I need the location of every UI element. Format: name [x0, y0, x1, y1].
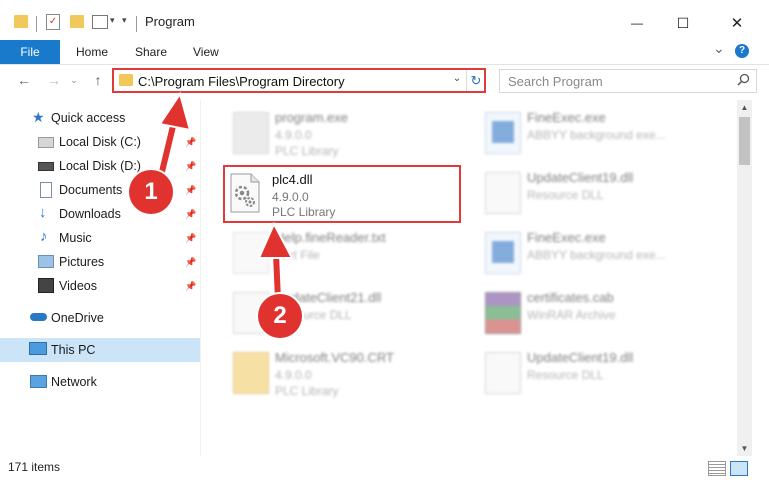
step-badge-2: 2	[258, 294, 302, 338]
annotation-arrows	[155, 91, 294, 305]
arrow-1	[155, 91, 192, 185]
arrow-2	[257, 221, 294, 305]
step-badge-1: 1	[129, 170, 173, 214]
